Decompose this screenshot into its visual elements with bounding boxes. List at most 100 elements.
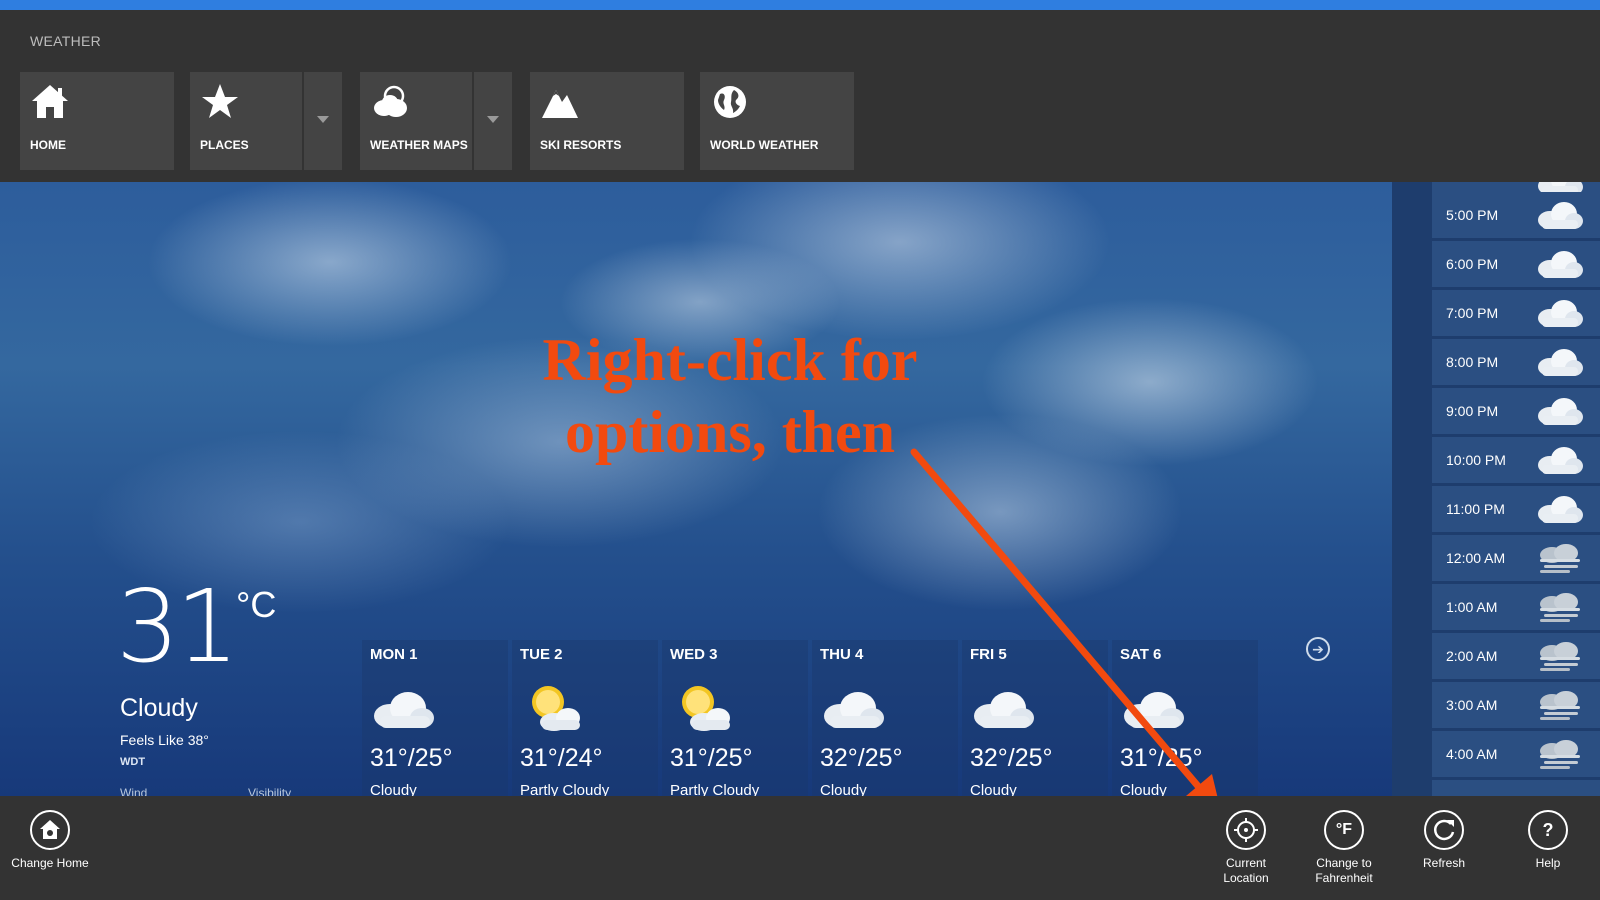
annotation-line-2: options, then — [564, 399, 896, 465]
forecast-day[interactable]: SAT 6 31°/25° Cloudy — [1112, 640, 1258, 796]
wind-label: Wind — [120, 786, 148, 796]
home-icon — [32, 85, 68, 118]
change-home-label: Change Home — [11, 856, 89, 870]
hourly-time: 9:00 PM — [1446, 403, 1499, 419]
hourly-item[interactable]: 12:00 AM — [1432, 535, 1600, 581]
current-temperature: 31 — [116, 568, 239, 685]
fog-icon — [1540, 642, 1580, 671]
forecast-day[interactable]: THU 4 32°/25° Cloudy — [812, 640, 958, 796]
next-days-arrow-icon[interactable]: ➔ — [1306, 637, 1330, 661]
cloudy-icon — [1538, 349, 1583, 376]
forecast-day[interactable]: WED 3 31°/25° Partly Cloudy — [662, 640, 808, 796]
nav-home-tile[interactable]: HOME — [20, 72, 174, 170]
hourly-item[interactable]: 4:00 AM — [1432, 731, 1600, 777]
hourly-item[interactable]: 10:00 PM — [1432, 437, 1600, 483]
help-label: Help — [1535, 856, 1561, 870]
temperature-unit: °C — [236, 584, 277, 625]
hourly-time: 10:00 PM — [1446, 452, 1506, 468]
hourly-item[interactable]: 5:00 PM — [1432, 192, 1600, 238]
forecast-condition: Partly Cloudy — [520, 782, 610, 796]
cloudy-icon — [1538, 300, 1583, 327]
weather-station: WDT — [120, 756, 146, 768]
forecast-day-name: WED 3 — [670, 646, 718, 663]
nav-ski-resorts-label: SKI RESORTS — [540, 138, 622, 152]
hourly-time: 3:00 AM — [1446, 697, 1498, 713]
forecast-temps: 32°/25° — [820, 744, 903, 772]
annotation-line-1: Right-click for — [542, 327, 918, 393]
forecast-day[interactable]: TUE 2 31°/24° Partly Cloudy — [512, 640, 658, 796]
nav-world-weather-tile[interactable]: WORLD WEATHER — [700, 72, 854, 170]
forecast-day[interactable]: FRI 5 32°/25° Cloudy — [962, 640, 1108, 796]
nav-weather-maps-label: WEATHER MAPS — [370, 138, 468, 152]
cloudy-icon — [1538, 398, 1583, 425]
hourly-time: 8:00 PM — [1446, 354, 1499, 370]
hourly-time: 6:00 PM — [1446, 256, 1499, 272]
current-condition: Cloudy — [120, 694, 198, 722]
forecast-temps: 31°/24° — [520, 744, 603, 772]
cloudy-icon — [824, 692, 884, 728]
forecast-condition: Cloudy — [820, 782, 867, 796]
hourly-item[interactable]: 2:00 AM — [1432, 633, 1600, 679]
app-title: WEATHER — [30, 33, 102, 49]
change-home-button[interactable]: Change Home — [2, 810, 98, 871]
cloudy-icon — [1124, 692, 1184, 728]
hourly-time: 2:00 AM — [1446, 648, 1498, 664]
hourly-item[interactable]: 9:00 PM — [1432, 388, 1600, 434]
weather-hero-panel: Right-click for options, then 31 °C Clou… — [0, 182, 1392, 796]
forecast-condition: Cloudy — [370, 782, 417, 796]
app-bar: Change Home Current Location °F Change t… — [0, 796, 1600, 900]
forecast-temps: 32°/25° — [970, 744, 1053, 772]
hourly-item[interactable]: 3:00 AM — [1432, 682, 1600, 728]
forecast-day-name: MON 1 — [370, 646, 418, 663]
hourly-time: 11:00 PM — [1446, 501, 1505, 517]
visibility-label: Visibility — [248, 786, 292, 796]
hourly-item[interactable]: 8:00 PM — [1432, 339, 1600, 385]
nav-ski-resorts-tile[interactable]: SKI RESORTS — [530, 72, 684, 170]
change-to-fahrenheit-button[interactable]: °F Change to Fahrenheit — [1296, 810, 1392, 886]
weather-maps-dropdown[interactable] — [472, 72, 512, 170]
mountain-icon — [542, 90, 578, 118]
nav-places-tile[interactable]: PLACES — [190, 72, 302, 170]
current-location-button[interactable]: Current Location — [1198, 810, 1294, 886]
nav-places-label: PLACES — [200, 138, 249, 152]
nav-bar: WEATHER HOME PLACES WEATHER MAPS SKI RES… — [0, 10, 1600, 182]
cloudy-icon — [1538, 202, 1583, 229]
hourly-item[interactable]: 1:00 AM — [1432, 584, 1600, 630]
forecast-day-name: SAT 6 — [1120, 646, 1162, 663]
change-to-fahrenheit-line1: Change to — [1316, 856, 1372, 870]
cloudy-icon — [374, 692, 434, 728]
location-target-icon — [1226, 810, 1266, 850]
forecast-day-name: FRI 5 — [970, 646, 1007, 663]
nav-weather-maps-tile[interactable]: WEATHER MAPS — [360, 72, 472, 170]
help-button[interactable]: ? Help — [1500, 810, 1596, 871]
cloudy-icon — [974, 692, 1034, 728]
hourly-time: 1:00 AM — [1446, 599, 1498, 615]
cloudy-icon — [1538, 496, 1583, 523]
forecast-day[interactable]: MON 1 31°/25° Cloudy — [362, 640, 508, 796]
cloudy-icon — [1538, 447, 1583, 474]
current-location-label-line1: Current — [1225, 856, 1266, 870]
help-glyph: ? — [1542, 820, 1554, 840]
globe-icon — [714, 86, 746, 118]
forecast-day-name: TUE 2 — [520, 646, 563, 663]
help-icon: ? — [1528, 810, 1568, 850]
forecast-condition: Cloudy — [1120, 782, 1167, 796]
partly-cloudy-icon — [532, 686, 580, 731]
places-dropdown[interactable] — [302, 72, 342, 170]
hourly-item[interactable]: 11:00 PM — [1432, 486, 1600, 532]
hourly-item[interactable]: 7:00 PM — [1432, 290, 1600, 336]
hourly-item[interactable]: 6:00 PM — [1432, 241, 1600, 287]
forecast-temps: 31°/25° — [370, 744, 453, 772]
change-to-fahrenheit-line2: Fahrenheit — [1315, 871, 1373, 885]
forecast-day-name: THU 4 — [820, 646, 864, 663]
forecast-condition: Partly Cloudy — [670, 782, 760, 796]
feels-like: Feels Like 38° — [120, 732, 209, 748]
hourly-time: 5:00 PM — [1446, 207, 1499, 223]
refresh-button[interactable]: Refresh — [1396, 810, 1492, 871]
home-gear-icon — [30, 810, 70, 850]
annotation-text: Right-click for options, then — [480, 324, 980, 468]
hourly-time: 7:00 PM — [1446, 305, 1499, 321]
forecast-temps: 31°/25° — [670, 744, 753, 772]
fog-icon — [1540, 593, 1580, 622]
hourly-time: 4:00 AM — [1446, 746, 1498, 762]
